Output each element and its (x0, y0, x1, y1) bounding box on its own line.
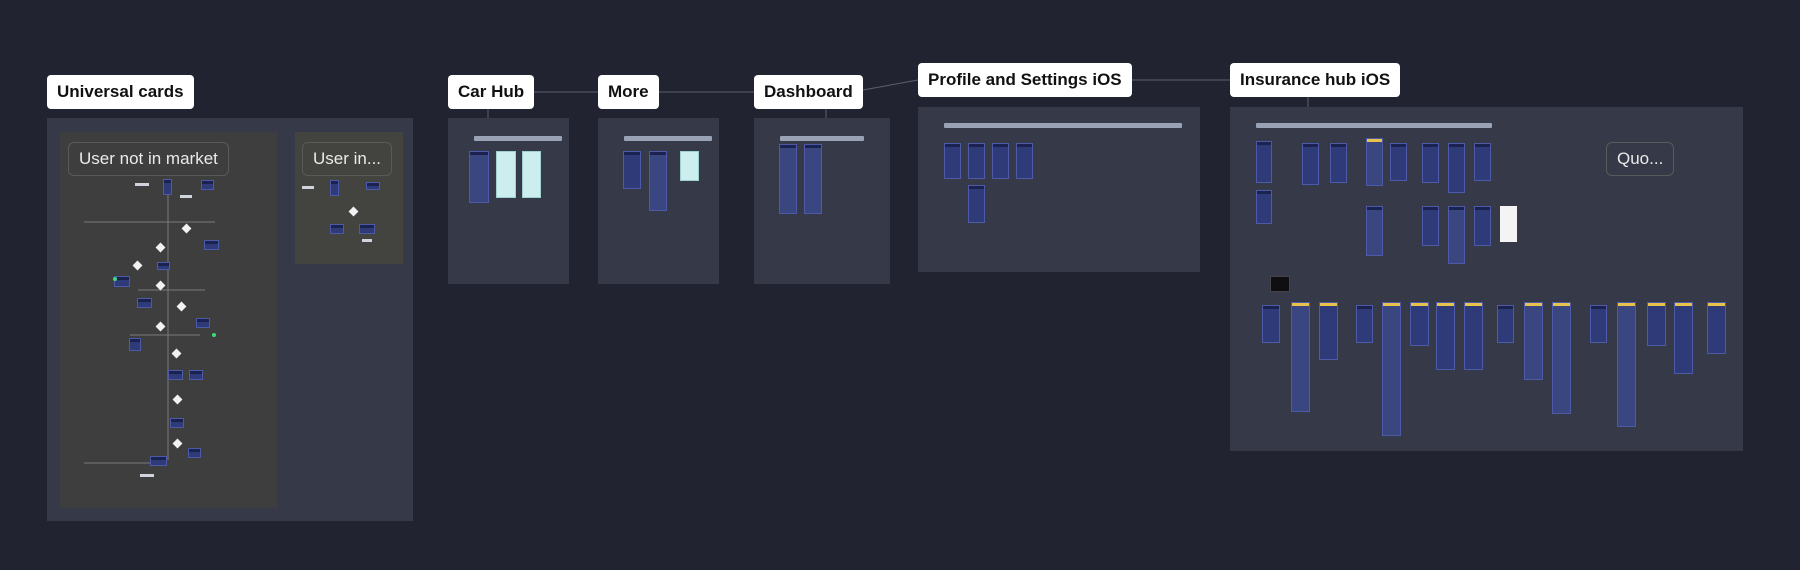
profile-screen[interactable] (944, 143, 961, 179)
user-not-in-market-label[interactable]: User not in market (68, 142, 229, 176)
more-panel[interactable] (680, 151, 699, 181)
insurance-screen[interactable] (1436, 302, 1455, 370)
profile-screen[interactable] (1016, 143, 1033, 179)
car-hub-label[interactable]: Car Hub (448, 75, 535, 109)
frame-title-bar (944, 123, 1182, 128)
insurance-screen[interactable] (1302, 143, 1319, 185)
flow-screen[interactable] (366, 182, 380, 190)
flow-screen[interactable] (189, 370, 203, 380)
profile-screen[interactable] (968, 185, 985, 223)
car-hub-section[interactable] (448, 118, 569, 284)
car-hub-screen[interactable] (469, 151, 489, 203)
flow-screen[interactable] (170, 418, 184, 428)
frame-title-bar (1256, 123, 1492, 128)
flow-screen[interactable] (163, 179, 172, 195)
insurance-screen[interactable] (1330, 143, 1347, 183)
flow-screen[interactable] (330, 180, 339, 196)
insurance-screen[interactable] (1707, 302, 1726, 354)
profile-settings-section[interactable] (918, 107, 1200, 272)
flow-screen[interactable] (196, 318, 210, 328)
profile-settings-label[interactable]: Profile and Settings iOS (918, 63, 1132, 97)
insurance-screen[interactable] (1552, 302, 1571, 414)
flow-screen[interactable] (137, 298, 152, 308)
insurance-screen[interactable] (1474, 206, 1491, 246)
insurance-screen[interactable] (1382, 302, 1401, 436)
insurance-screen[interactable] (1524, 302, 1543, 380)
flow-screen[interactable] (157, 262, 170, 270)
dashboard-label[interactable]: Dashboard (754, 75, 863, 109)
more-screen[interactable] (623, 151, 641, 189)
insurance-screen[interactable] (1422, 143, 1439, 183)
quote-sublabel[interactable]: Quo... (1606, 142, 1675, 176)
user-in-market-label[interactable]: User in... (302, 142, 393, 176)
profile-screen[interactable] (992, 143, 1009, 179)
insurance-hub-label[interactable]: Insurance hub iOS (1230, 63, 1401, 97)
frame-title-bar (624, 136, 712, 141)
insurance-screen[interactable] (1410, 302, 1429, 346)
flow-dot (113, 277, 117, 281)
car-hub-panel[interactable] (496, 151, 516, 198)
insurance-screen[interactable] (1448, 206, 1465, 264)
insurance-screen[interactable] (1319, 302, 1338, 360)
flow-screen[interactable] (150, 456, 167, 466)
insurance-dark-card[interactable] (1270, 276, 1290, 292)
profile-screen[interactable] (968, 143, 985, 179)
flow-note (140, 474, 154, 477)
dashboard-screen[interactable] (804, 144, 822, 214)
flow-note (362, 239, 372, 242)
insurance-screen[interactable] (1366, 206, 1383, 256)
car-hub-panel[interactable] (522, 151, 541, 198)
flow-screen[interactable] (168, 370, 183, 380)
flow-note (302, 186, 314, 189)
more-label[interactable]: More (598, 75, 659, 109)
frame-title-bar (780, 136, 864, 141)
insurance-screen[interactable] (1474, 143, 1491, 181)
insurance-screen[interactable] (1617, 302, 1636, 427)
insurance-screen[interactable] (1262, 305, 1280, 343)
insurance-screen[interactable] (1422, 206, 1439, 246)
insurance-screen[interactable] (1647, 302, 1666, 346)
flow-screen[interactable] (129, 338, 141, 351)
flow-screen[interactable] (359, 224, 375, 234)
universal-cards-label[interactable]: Universal cards (47, 75, 194, 109)
flow-dot (212, 333, 216, 337)
insurance-screen[interactable] (1256, 141, 1272, 183)
insurance-screen[interactable] (1390, 143, 1407, 181)
insurance-screen[interactable] (1366, 138, 1383, 186)
flow-note (180, 195, 192, 198)
more-screen[interactable] (649, 151, 667, 211)
design-canvas[interactable]: Universal cards User not in market User … (0, 0, 1800, 570)
frame-title-bar (474, 136, 562, 141)
insurance-screen[interactable] (1356, 305, 1373, 343)
flow-note (135, 183, 149, 186)
insurance-screen[interactable] (1497, 305, 1514, 343)
dashboard-screen[interactable] (779, 144, 797, 214)
flow-screen[interactable] (330, 224, 344, 234)
insurance-screen[interactable] (1256, 190, 1272, 224)
insurance-screen[interactable] (1448, 143, 1465, 193)
insurance-screen[interactable] (1674, 302, 1693, 374)
flow-screen[interactable] (204, 240, 219, 250)
insurance-screen[interactable] (1590, 305, 1607, 343)
flow-screen[interactable] (188, 448, 201, 458)
flow-screen[interactable] (201, 180, 214, 190)
insurance-screen[interactable] (1464, 302, 1483, 370)
insurance-screen[interactable] (1291, 302, 1310, 412)
dashboard-section[interactable] (754, 118, 890, 284)
insurance-white-card[interactable] (1500, 206, 1517, 242)
